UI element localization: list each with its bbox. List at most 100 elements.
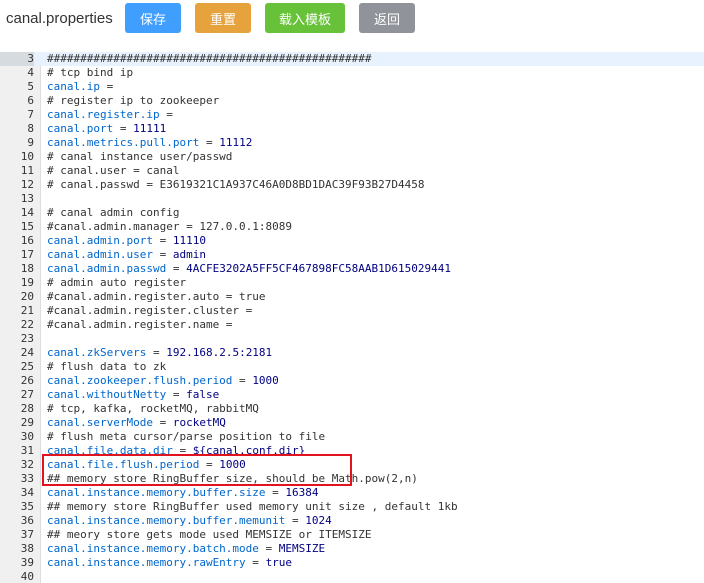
code-line[interactable]: 12 # canal.passwd = E3619321C1A937C46A0D8… xyxy=(0,178,704,192)
line-number: 21 xyxy=(20,304,34,317)
property-key: canal.port xyxy=(47,122,114,135)
line-code: canal.zookeeper.flush.period = 1000 xyxy=(47,374,279,387)
back-button[interactable]: 返回 xyxy=(359,3,415,33)
code-line[interactable]: 11 # canal.user = canal xyxy=(0,164,704,178)
code-line[interactable]: 10 # canal instance user/passwd xyxy=(0,150,704,164)
line-number: 34 xyxy=(20,486,34,499)
line-number: 39 xyxy=(20,556,34,569)
code-line[interactable]: 36 canal.instance.memory.buffer.memunit =… xyxy=(0,514,704,528)
line-code: canal.admin.passwd = 4ACFE3202A5FF5CF467… xyxy=(47,262,451,275)
load-template-button[interactable]: 载入模板 xyxy=(265,3,345,33)
highlight-annotation-box xyxy=(42,454,352,486)
line-number: 36 xyxy=(20,514,34,527)
line-code: # canal.user = canal xyxy=(47,164,179,178)
code-line[interactable]: 23 xyxy=(0,332,704,346)
comment-text: # flush data to zk xyxy=(47,360,167,373)
code-line[interactable]: 19 # admin auto register xyxy=(0,276,704,290)
code-line[interactable]: 8 canal.port = 11111 xyxy=(0,122,704,136)
line-number: 6 xyxy=(27,94,34,107)
property-value: 16384 xyxy=(285,486,319,499)
property-value: 1024 xyxy=(305,514,332,527)
line-number: 30 xyxy=(20,430,34,443)
line-number: 33 xyxy=(20,472,34,485)
comment-text: # register ip to zookeeper xyxy=(47,94,220,107)
code-line[interactable]: 25 # flush data to zk xyxy=(0,360,704,374)
code-line[interactable]: 28 # tcp, kafka, rocketMQ, rabbitMQ xyxy=(0,402,704,416)
code-line[interactable]: 26 canal.zookeeper.flush.period = 1000 xyxy=(0,374,704,388)
code-line[interactable]: 37 ## meory store gets mode used MEMSIZE … xyxy=(0,528,704,542)
line-code: # canal instance user/passwd xyxy=(47,150,232,164)
property-value: 192.168.2.5:2181 xyxy=(166,346,273,359)
comment-text: # canal instance user/passwd xyxy=(47,150,233,163)
line-code: # admin auto register xyxy=(47,276,186,290)
code-line[interactable]: 13 xyxy=(0,192,704,206)
line-code: ########################################… xyxy=(47,52,372,66)
code-line[interactable]: 15 #canal.admin.manager = 127.0.0.1:8089 xyxy=(0,220,704,234)
line-number: 19 xyxy=(20,276,34,289)
comment-text: #canal.admin.register.auto = true xyxy=(47,290,266,303)
code-line[interactable]: 22 #canal.admin.register.name = xyxy=(0,318,704,332)
code-line[interactable]: 17 canal.admin.user = admin xyxy=(0,248,704,262)
code-line[interactable]: 14 # canal admin config xyxy=(0,206,704,220)
line-code: # canal admin config xyxy=(47,206,179,220)
code-line[interactable]: 9 canal.metrics.pull.port = 11112 xyxy=(0,136,704,150)
code-line[interactable]: 27 canal.withoutNetty = false xyxy=(0,388,704,402)
line-number: 12 xyxy=(20,178,34,191)
code-line[interactable]: 4 # tcp bind ip xyxy=(0,66,704,80)
line-number: 4 xyxy=(27,66,34,79)
code-line[interactable]: 21 #canal.admin.register.cluster = xyxy=(0,304,704,318)
save-button[interactable]: 保存 xyxy=(125,3,181,33)
code-line[interactable]: 39 canal.instance.memory.rawEntry = true xyxy=(0,556,704,570)
line-number: 31 xyxy=(20,444,34,457)
line-code: # flush meta cursor/parse position to fi… xyxy=(47,430,325,444)
line-number: 11 xyxy=(20,164,34,177)
code-line[interactable]: 29 canal.serverMode = rocketMQ xyxy=(0,416,704,430)
reset-button[interactable]: 重置 xyxy=(195,3,251,33)
property-value: true xyxy=(265,556,293,569)
property-value: MEMSIZE xyxy=(278,542,326,555)
line-code: canal.serverMode = rocketMQ xyxy=(47,416,226,429)
line-code: canal.instance.memory.buffer.memunit = 1… xyxy=(47,514,332,527)
code-line[interactable]: 16 canal.admin.port = 11110 xyxy=(0,234,704,248)
code-editor[interactable]: 3 #######################################… xyxy=(0,52,704,583)
comment-text: # canal admin config xyxy=(47,206,180,219)
code-line[interactable]: 34 canal.instance.memory.buffer.size = 16… xyxy=(0,486,704,500)
code-line[interactable]: 40 xyxy=(0,570,704,583)
code-line[interactable]: 7 canal.register.ip = xyxy=(0,108,704,122)
line-number: 13 xyxy=(20,192,34,205)
comment-text: # canal.passwd = E3619321C1A937C46A0D8BD… xyxy=(47,178,425,191)
property-key: canal.serverMode xyxy=(47,416,153,429)
comment-text: #canal.admin.manager = 127.0.0.1:8089 xyxy=(47,220,293,233)
line-code: #canal.admin.register.name = xyxy=(47,318,232,332)
line-number: 24 xyxy=(20,346,34,359)
line-code: canal.instance.memory.buffer.size = 1638… xyxy=(47,486,319,499)
file-title: canal.properties xyxy=(6,10,113,27)
line-number: 10 xyxy=(20,150,34,163)
line-number: 17 xyxy=(20,248,34,261)
property-value: admin xyxy=(172,248,206,261)
line-code: canal.port = 11111 xyxy=(47,122,167,135)
line-number: 40 xyxy=(20,570,34,583)
line-number: 25 xyxy=(20,360,34,373)
code-line[interactable]: 6 # register ip to zookeeper xyxy=(0,94,704,108)
code-line[interactable]: 24 canal.zkServers = 192.168.2.5:2181 xyxy=(0,346,704,360)
line-number: 8 xyxy=(27,122,34,135)
code-line[interactable]: 20 #canal.admin.register.auto = true xyxy=(0,290,704,304)
line-code: # canal.passwd = E3619321C1A937C46A0D8BD… xyxy=(47,178,425,192)
line-number: 15 xyxy=(20,220,34,233)
line-number: 5 xyxy=(27,80,34,93)
property-key: canal.admin.user xyxy=(47,248,153,261)
line-number: 18 xyxy=(20,262,34,275)
line-code: #canal.admin.register.auto = true xyxy=(47,290,266,304)
code-line[interactable]: 3 #######################################… xyxy=(0,52,704,66)
code-line[interactable]: 30 # flush meta cursor/parse position to … xyxy=(0,430,704,444)
comment-text: # tcp bind ip xyxy=(47,66,134,79)
line-code: # flush data to zk xyxy=(47,360,166,374)
line-number: 20 xyxy=(20,290,34,303)
code-line[interactable]: 18 canal.admin.passwd = 4ACFE3202A5FF5CF4… xyxy=(0,262,704,276)
code-line[interactable]: 5 canal.ip = xyxy=(0,80,704,94)
code-line[interactable]: 35 ## memory store RingBuffer used memory… xyxy=(0,500,704,514)
line-number: 35 xyxy=(20,500,34,513)
line-number: 28 xyxy=(20,402,34,415)
code-line[interactable]: 38 canal.instance.memory.batch.mode = MEM… xyxy=(0,542,704,556)
